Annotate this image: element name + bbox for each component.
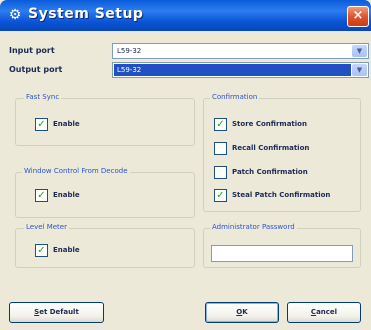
admin-password-input[interactable] — [211, 245, 353, 262]
level-meter-enable-label: Enable — [53, 246, 80, 254]
recall-confirmation-label: Recall Confirmation — [232, 144, 310, 152]
cancel-button[interactable]: Cancel — [287, 302, 361, 323]
checkbox-box[interactable] — [214, 142, 227, 155]
chevron-down-icon[interactable]: ▼ — [352, 64, 367, 76]
checkbox-box[interactable]: ✓ — [35, 189, 48, 202]
store-confirmation-label: Store Confirmation — [232, 120, 307, 128]
checkbox-box[interactable]: ✓ — [214, 189, 227, 202]
chevron-down-icon[interactable]: ▼ — [352, 45, 367, 57]
set-default-label: et Default — [39, 308, 79, 316]
fast-sync-title: Fast Sync — [24, 93, 62, 102]
patch-confirmation-label: Patch Confirmation — [232, 168, 308, 176]
set-default-button[interactable]: Set Default — [9, 302, 104, 323]
title-bar[interactable]: ⚙ System Setup × — [0, 0, 371, 31]
output-port-select[interactable]: L59-32 ▼ — [112, 62, 369, 78]
ok-button[interactable]: OK — [205, 302, 279, 323]
output-port-label: Output port — [9, 65, 63, 74]
window-control-group: Window Control From Decode ✓ Enable — [15, 167, 195, 218]
level-meter-group: Level Meter ✓ Enable — [15, 223, 195, 268]
window-control-enable-label: Enable — [53, 191, 80, 199]
input-port-label: Input port — [9, 46, 55, 55]
close-button[interactable]: × — [347, 6, 369, 27]
fast-sync-group: Fast Sync ✓ Enable — [15, 93, 195, 146]
ok-label: K — [242, 308, 248, 316]
input-port-value: L59-32 — [117, 47, 142, 55]
gear-icon[interactable]: ⚙ — [7, 7, 23, 23]
system-setup-dialog: ⚙ System Setup × Input port L59-32 ▼ Out… — [0, 0, 371, 330]
level-meter-title: Level Meter — [24, 223, 69, 232]
fast-sync-enable-label: Enable — [53, 120, 80, 128]
checkbox-box[interactable]: ✓ — [35, 244, 48, 257]
checkbox-box[interactable]: ✓ — [214, 118, 227, 131]
window-control-title: Window Control From Decode — [22, 167, 130, 176]
cancel-label: ancel — [316, 308, 338, 316]
input-port-select[interactable]: L59-32 ▼ — [112, 43, 369, 59]
steal-patch-confirmation-label: Steal Patch Confirmation — [232, 191, 331, 199]
checkbox-box[interactable]: ✓ — [35, 118, 48, 131]
checkbox-box[interactable] — [214, 166, 227, 179]
admin-password-title: Administrator Password — [210, 223, 297, 232]
confirmation-group: Confirmation ✓ Store Confirmation Recall… — [203, 93, 361, 212]
confirmation-title: Confirmation — [210, 93, 260, 102]
output-port-value: L59-32 — [114, 64, 351, 76]
window-title: System Setup — [28, 6, 144, 22]
